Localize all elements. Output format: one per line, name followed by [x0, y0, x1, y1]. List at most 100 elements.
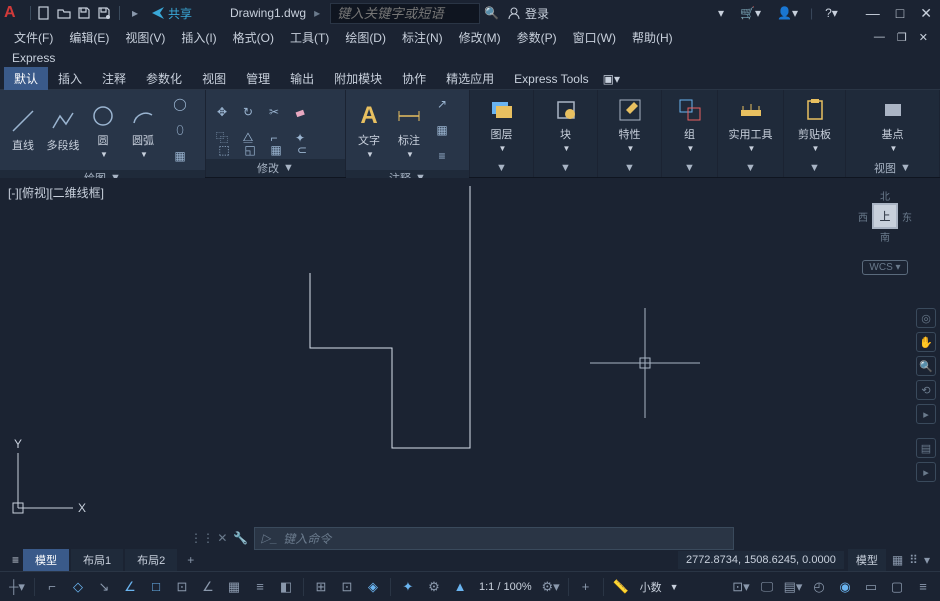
- status-dyninput-icon[interactable]: ⊞: [310, 576, 332, 598]
- menu-file[interactable]: 文件(F): [8, 27, 59, 48]
- block-button[interactable]: 块▼: [547, 94, 585, 156]
- cart-icon[interactable]: 🛒▾: [736, 6, 765, 20]
- status-lock-icon[interactable]: 📏: [610, 576, 632, 598]
- tab-parametric[interactable]: 参数化: [136, 67, 192, 90]
- menu-view[interactable]: 视图(V): [119, 27, 171, 48]
- status-qp-icon[interactable]: ✦: [397, 576, 419, 598]
- array-icon[interactable]: ▦: [264, 138, 288, 162]
- qat-save-icon[interactable]: [75, 4, 93, 22]
- express-label[interactable]: Express: [12, 51, 55, 65]
- menu-window[interactable]: 窗口(W): [567, 27, 622, 48]
- status-gear-icon[interactable]: ⚙▾: [540, 576, 562, 598]
- app-logo[interactable]: A: [4, 4, 22, 22]
- viewcube-top[interactable]: 上: [872, 203, 898, 229]
- status-monitor-icon[interactable]: 🖵: [756, 576, 778, 598]
- cmdline-handle-icon[interactable]: ⋮⋮ ✕: [190, 531, 227, 545]
- nav-pan-icon[interactable]: ✋: [916, 332, 936, 352]
- circle-button[interactable]: 圆▼: [84, 99, 122, 161]
- tab-layout2[interactable]: 布局2: [125, 549, 177, 571]
- tab-featured[interactable]: 精选应用: [436, 67, 504, 90]
- login-button[interactable]: 登录: [507, 5, 549, 22]
- status-dynucs-icon[interactable]: ▦: [223, 576, 245, 598]
- status-isodraft-icon[interactable]: ∠: [119, 576, 141, 598]
- grid-more2-icon[interactable]: ▾: [922, 553, 932, 567]
- tabs-menu-icon[interactable]: ≡: [8, 553, 23, 567]
- status-customize-icon[interactable]: ≡: [912, 576, 934, 598]
- doc-restore-icon[interactable]: ❐: [893, 31, 911, 44]
- status-3dosnap-icon[interactable]: ⊡: [171, 576, 193, 598]
- dropdown-icon[interactable]: ▾: [714, 6, 728, 20]
- tab-output[interactable]: 输出: [280, 67, 324, 90]
- tab-collaborate[interactable]: 协作: [392, 67, 436, 90]
- wcs-button[interactable]: WCS ▾: [862, 260, 907, 275]
- maximize-icon[interactable]: □: [892, 5, 908, 22]
- menu-modify[interactable]: 修改(M): [453, 27, 507, 48]
- menu-format[interactable]: 格式(O): [227, 27, 280, 48]
- tab-add-button[interactable]: +: [179, 550, 202, 570]
- panel-block-title[interactable]: ▼: [534, 159, 597, 177]
- properties-button[interactable]: 特性▼: [611, 94, 649, 156]
- status-annomonitor-icon[interactable]: ▲: [449, 576, 471, 598]
- status-snap-icon[interactable]: ⌐: [41, 576, 63, 598]
- qat-play-icon[interactable]: ▸: [126, 4, 144, 22]
- status-transparency-icon[interactable]: ◧: [275, 576, 297, 598]
- nav-zoom-icon[interactable]: 🔍: [916, 356, 936, 376]
- tab-model[interactable]: 模型: [23, 549, 69, 571]
- tab-insert[interactable]: 插入: [48, 67, 92, 90]
- utilities-button[interactable]: 实用工具▼: [723, 94, 779, 156]
- ribbon-expand-icon[interactable]: ▣▾: [603, 72, 620, 86]
- draw-misc2-icon[interactable]: ⬯: [168, 118, 192, 142]
- line-button[interactable]: 直线: [4, 99, 42, 161]
- share-button[interactable]: 共享: [144, 5, 200, 22]
- apps-icon[interactable]: 👤▾: [773, 6, 802, 20]
- status-ws-icon[interactable]: ⊡▾: [730, 576, 752, 598]
- status-units-icon[interactable]: ◴: [808, 576, 830, 598]
- status-isolate-icon[interactable]: ▭: [860, 576, 882, 598]
- nav-more-icon[interactable]: ▸: [916, 462, 936, 482]
- scale-icon[interactable]: ◱: [238, 138, 262, 162]
- status-add-icon[interactable]: +: [575, 576, 597, 598]
- annot-misc-icon[interactable]: ≡: [430, 144, 454, 168]
- arc-button[interactable]: 圆弧▼: [124, 99, 162, 161]
- status-scale[interactable]: 1:1 / 100%: [475, 581, 536, 593]
- tab-manage[interactable]: 管理: [236, 67, 280, 90]
- status-clean-icon[interactable]: ▢: [886, 576, 908, 598]
- menu-help[interactable]: 帮助(H): [626, 27, 679, 48]
- status-sc-icon[interactable]: ⚙: [423, 576, 445, 598]
- panel-layers-title[interactable]: ▼: [470, 159, 533, 177]
- panel-util-title[interactable]: ▼: [718, 159, 783, 177]
- viewport-label[interactable]: [-][俯视][二维线框]: [8, 184, 104, 201]
- minimize-icon[interactable]: —: [862, 5, 884, 22]
- rotate-icon[interactable]: ↻: [236, 100, 260, 124]
- search-input[interactable]: [330, 3, 480, 24]
- group-button[interactable]: 组▼: [671, 94, 709, 156]
- panel-group-title[interactable]: ▼: [662, 159, 717, 177]
- panel-prop-title[interactable]: ▼: [598, 159, 661, 177]
- qat-new-icon[interactable]: [35, 4, 53, 22]
- doc-close-icon[interactable]: ✕: [915, 31, 932, 44]
- search-icon[interactable]: 🔍: [484, 6, 499, 20]
- status-3d-icon[interactable]: ◈: [362, 576, 384, 598]
- polyline-button[interactable]: 多段线: [44, 99, 82, 161]
- basepoint-button[interactable]: 基点▼: [874, 94, 912, 156]
- status-grid-icon[interactable]: ┼▾: [6, 576, 28, 598]
- nav-showmotion-icon[interactable]: ▸: [916, 404, 936, 424]
- drawing-canvas[interactable]: X Y: [0, 178, 940, 527]
- cmdline-customize-icon[interactable]: 🔧: [233, 531, 248, 545]
- status-osnap-icon[interactable]: □: [145, 576, 167, 598]
- status-cycle-icon[interactable]: ⊡: [336, 576, 358, 598]
- dimension-button[interactable]: 标注▼: [390, 99, 428, 161]
- erase-icon[interactable]: [288, 100, 312, 124]
- status-hardware-icon[interactable]: ◉: [834, 576, 856, 598]
- text-button[interactable]: A文字▼: [350, 99, 388, 161]
- nav-collapse-icon[interactable]: ▤: [916, 438, 936, 458]
- panel-clip-title[interactable]: ▼: [784, 159, 845, 177]
- panel-modify-title[interactable]: 修改 ▼: [206, 159, 345, 177]
- close-icon[interactable]: ✕: [916, 5, 936, 22]
- menu-draw[interactable]: 绘图(D): [339, 27, 392, 48]
- stretch-icon[interactable]: ⬚: [212, 138, 236, 162]
- viewcube[interactable]: 北 西 上 东 南 WCS ▾: [850, 188, 920, 288]
- draw-misc1-icon[interactable]: ◯: [168, 92, 192, 116]
- status-precision[interactable]: 小数: [636, 579, 666, 595]
- tab-express[interactable]: Express Tools: [504, 69, 598, 89]
